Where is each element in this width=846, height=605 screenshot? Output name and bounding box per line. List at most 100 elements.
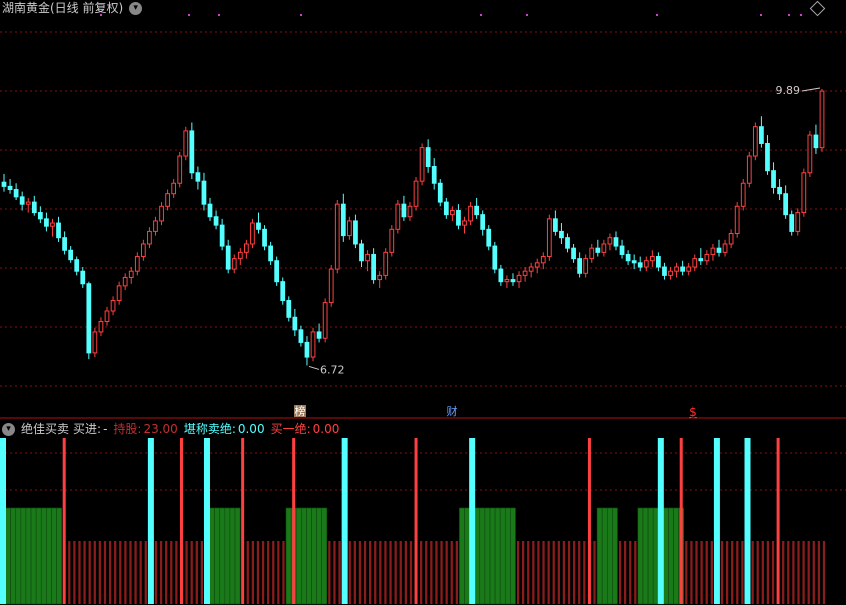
candle-body [183, 130, 189, 157]
buy-signal-bar [0, 438, 6, 604]
candle-body [383, 251, 389, 276]
candle-body [340, 203, 346, 237]
candle-body [92, 331, 98, 354]
candle-body [649, 256, 655, 262]
candle-body [680, 266, 686, 272]
hold-bar [601, 507, 608, 605]
candle-body [668, 270, 673, 276]
candle-body [710, 247, 716, 255]
buy-one-label: 买一绝: [270, 422, 311, 436]
chevron-down-icon[interactable]: ▾ [2, 423, 15, 436]
hold-bar [504, 507, 511, 605]
hold-bar [311, 507, 317, 605]
hold-bar [479, 507, 486, 605]
candle-body [44, 218, 49, 227]
sell-signal-bar [414, 438, 418, 604]
candle-body [716, 247, 722, 253]
candle-body [159, 205, 164, 222]
candle-body [740, 182, 746, 207]
candle-body [589, 247, 595, 260]
candle-body [492, 245, 498, 270]
candle-body [359, 243, 364, 262]
candle-body [413, 180, 419, 207]
candle-body [801, 172, 807, 214]
hold-bar [209, 507, 215, 605]
candle-body [498, 268, 504, 283]
candle-body [759, 126, 764, 144]
chart-stage: 9.89 6.72 榜 财 $ 湖南黄金(日线 前复权) ▾ ▾ 绝佳买卖 买进: - 持股: 23… [0, 0, 846, 605]
candle-body [468, 205, 473, 222]
candle-body [86, 283, 92, 354]
candle-body [450, 209, 455, 216]
candle-body [437, 182, 443, 203]
candle-body [516, 274, 522, 283]
hold-bar [219, 507, 226, 605]
hold-bar [285, 507, 292, 605]
sell-signal-bar [679, 438, 683, 604]
hold-bar [15, 507, 22, 605]
candle-body [407, 205, 413, 218]
buy-signal-bar [341, 438, 348, 604]
candle-body [37, 212, 43, 220]
candle-body [147, 230, 152, 245]
low-arrow [308, 365, 320, 370]
top-marker-dot [788, 14, 790, 16]
candle-body [722, 243, 728, 253]
candle-body [346, 220, 352, 237]
hold-bar [56, 507, 62, 605]
hold-bar [40, 507, 47, 605]
candle-body [207, 203, 213, 218]
hold-bar [214, 507, 221, 605]
candle-body [274, 260, 280, 283]
candle-body [316, 331, 322, 339]
candle-body [268, 245, 273, 262]
main-header: 湖南黄金(日线 前复权) ▾ [2, 0, 148, 16]
hold-bar [301, 507, 307, 605]
candle-body [795, 212, 801, 232]
candle-body [256, 222, 261, 230]
hold-bar [612, 507, 618, 605]
candle-body [7, 185, 13, 191]
candle-body [68, 249, 74, 261]
hold-bar [484, 507, 491, 605]
candle-body [389, 228, 395, 253]
candle-body [656, 256, 661, 268]
candle-body [789, 214, 795, 232]
candle-body [534, 262, 540, 268]
chart-title: 湖南黄金(日线 前复权) [2, 1, 124, 15]
candle-body [746, 155, 752, 184]
hold-bar [224, 507, 231, 605]
buy-signal-bar [657, 438, 664, 604]
buy-signal-bar [713, 438, 720, 604]
hold-bar [30, 507, 37, 605]
top-marker-dot [760, 14, 762, 16]
candle-body [546, 218, 552, 258]
candle-body [522, 270, 528, 276]
candle-body [692, 258, 698, 268]
candle-body [456, 209, 461, 226]
candle-body [462, 220, 467, 226]
hold-bar [668, 507, 674, 605]
top-marker-dot [188, 14, 190, 16]
hold-bar [459, 507, 465, 605]
candle-body [1, 181, 7, 187]
candle-body [110, 300, 116, 312]
hold-bar [316, 507, 323, 605]
hold-bar [494, 507, 501, 605]
candle-body [298, 329, 304, 343]
hold-bar [673, 507, 679, 605]
candle-body [280, 281, 286, 302]
candle-body [504, 279, 510, 283]
candle-body [662, 266, 667, 276]
candle-body [528, 266, 534, 272]
candle-body [643, 260, 649, 268]
candle-body [601, 243, 607, 253]
high-price-label: 9.89 [776, 84, 801, 97]
candle-body [31, 201, 37, 214]
tag-cai: 财 [447, 404, 458, 418]
candle-body [613, 237, 619, 247]
chevron-down-icon[interactable]: ▾ [129, 2, 143, 15]
hold-bar [5, 507, 11, 605]
sell-value: 0.00 [237, 422, 265, 436]
hold-bar [596, 507, 603, 605]
